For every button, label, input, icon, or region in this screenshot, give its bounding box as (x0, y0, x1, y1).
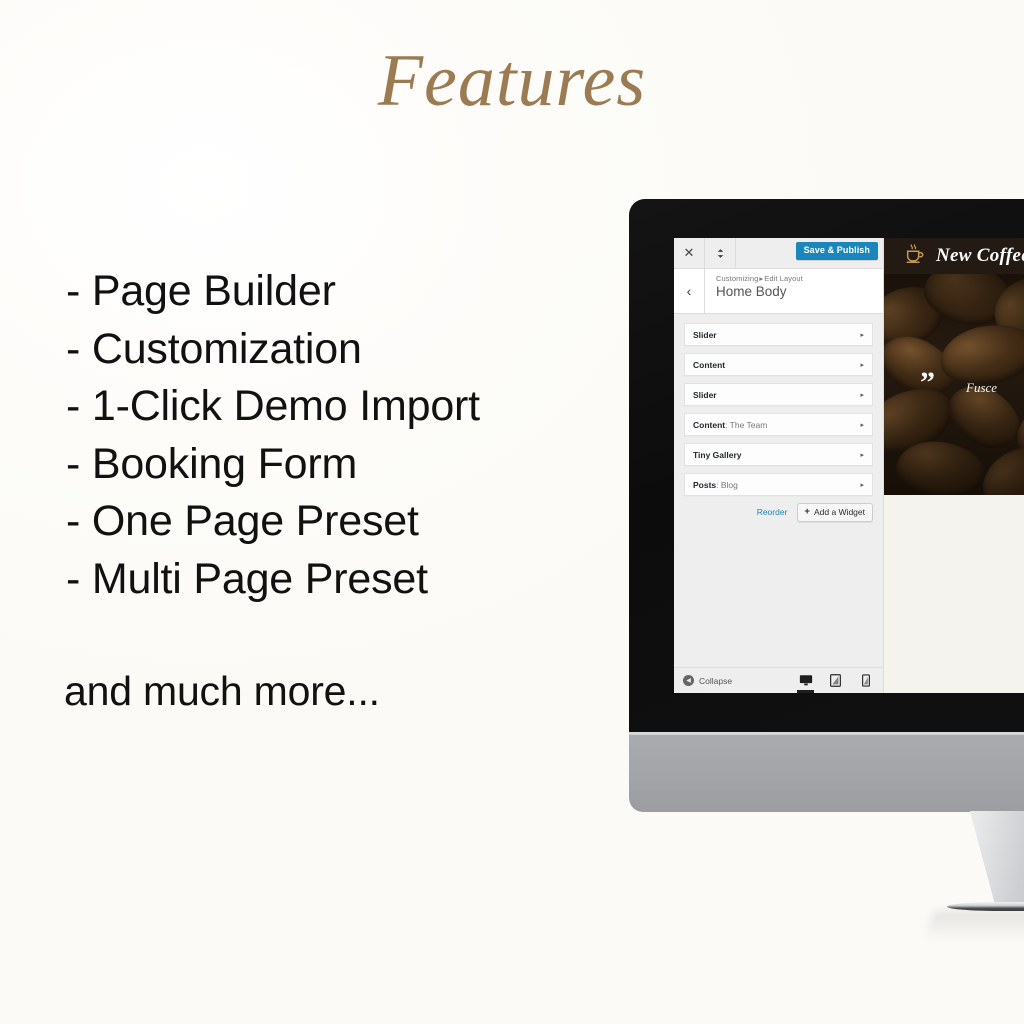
list-item: - Customization (66, 324, 362, 373)
add-widget-label: Add a Widget (813, 506, 865, 517)
widget-row[interactable]: Content ▸ (684, 353, 873, 376)
list-item: - Page Builder (66, 267, 336, 315)
list-item: - Multi Page Preset (66, 554, 428, 603)
mobile-icon (861, 674, 870, 687)
chevron-right-icon[interactable]: ▸ (860, 481, 864, 489)
reorder-link[interactable]: Reorder (757, 507, 788, 517)
widget-name: Slider (693, 329, 717, 340)
device-preview-group (797, 668, 874, 693)
coffee-cup-glyph (906, 243, 924, 263)
sort-chevrons-glyph (717, 248, 723, 258)
list-item: - One Page Preset (66, 497, 419, 545)
site-preview: New Coffee ” Fusce (884, 238, 1024, 693)
back-button[interactable]: ‹ (674, 269, 705, 313)
tablet-icon (830, 674, 841, 687)
site-title: New Coffee (936, 245, 1024, 266)
coffee-cup-icon (904, 243, 926, 270)
chevron-right-icon[interactable]: ▸ (860, 421, 864, 429)
widget-row[interactable]: Content: The Team ▸ (684, 413, 873, 436)
feature-list: - Page Builder - Customization - 1-Click… (66, 263, 626, 608)
widget-detail: : Blog (716, 479, 738, 490)
monitor-mockup: ✕ Save & Publish ‹ Customizing▸Edit Layo… (629, 199, 1024, 941)
site-header: New Coffee (884, 238, 1024, 274)
add-widget-button[interactable]: + Add a Widget (797, 503, 873, 522)
slide-canvas: Features - Page Builder - Customization … (0, 0, 1024, 1024)
chevron-right-icon[interactable]: ▸ (860, 391, 864, 399)
customizer-topbar: ✕ Save & Publish (674, 238, 883, 269)
page-section-title: Home Body (716, 284, 787, 299)
widget-list: Slider ▸ Content ▸ Slider ▸ Content: The… (674, 314, 883, 667)
widget-row[interactable]: Tiny Gallery ▸ (684, 443, 873, 466)
device-mobile-button[interactable] (857, 668, 874, 693)
widget-row[interactable]: Slider ▸ (684, 383, 873, 406)
widget-name: Content (693, 359, 726, 370)
breadcrumb: Customizing▸Edit Layout (716, 274, 803, 283)
monitor-reflection (924, 911, 1024, 941)
widget-actions: Reorder + Add a Widget (684, 503, 873, 522)
arrow-left-icon: ◀ (683, 675, 694, 686)
breadcrumb-section[interactable]: Edit Layout (764, 274, 803, 283)
widget-row[interactable]: Posts: Blog ▸ (684, 473, 873, 496)
customizer-panel: ✕ Save & Publish ‹ Customizing▸Edit Layo… (674, 238, 884, 693)
hero-quote-text: Fusce (966, 380, 998, 395)
customizer-footer: ◀ Collapse (674, 667, 883, 693)
device-tablet-button[interactable] (827, 668, 844, 693)
customizer-title-group: Customizing▸Edit Layout Home Body (705, 269, 803, 313)
desktop-icon (799, 675, 812, 686)
collapse-label: Collapse (699, 675, 733, 686)
hero-quote: ” Fusce (920, 366, 998, 399)
widget-detail: : The Team (725, 419, 768, 430)
widget-name: Tiny Gallery (693, 449, 742, 460)
monitor-screen: ✕ Save & Publish ‹ Customizing▸Edit Layo… (674, 238, 1024, 693)
quote-mark-icon: ” (920, 366, 935, 399)
list-item: - 1-Click Demo Import (66, 382, 480, 430)
plus-icon: + (804, 506, 810, 517)
widget-row[interactable]: Slider ▸ (684, 323, 873, 346)
chevron-right-icon[interactable]: ▸ (860, 331, 864, 339)
customizer-header: ‹ Customizing▸Edit Layout Home Body (674, 269, 883, 314)
widget-name: Content (693, 419, 726, 430)
page-title: Features (377, 40, 647, 122)
hero-image: ” Fusce (884, 274, 1024, 495)
monitor-stand-base (945, 902, 1024, 911)
site-content-area (884, 495, 1024, 693)
chevron-right-icon[interactable]: ▸ (860, 361, 864, 369)
widget-name: Slider (693, 389, 717, 400)
save-and-publish-button[interactable]: Save & Publish (795, 242, 878, 260)
widget-name: Posts (693, 479, 717, 490)
closing-text: and much more... (64, 668, 380, 714)
monitor-stand (969, 811, 1024, 909)
sort-chevrons-icon[interactable] (705, 238, 736, 268)
collapse-button[interactable]: ◀ Collapse (683, 675, 732, 686)
chevron-right-icon[interactable]: ▸ (860, 451, 864, 459)
device-desktop-button[interactable] (797, 668, 814, 693)
monitor-chin (629, 734, 1024, 812)
breadcrumb-root[interactable]: Customizing (716, 274, 758, 283)
close-icon[interactable]: ✕ (674, 238, 705, 268)
list-item: - Booking Form (66, 439, 358, 488)
